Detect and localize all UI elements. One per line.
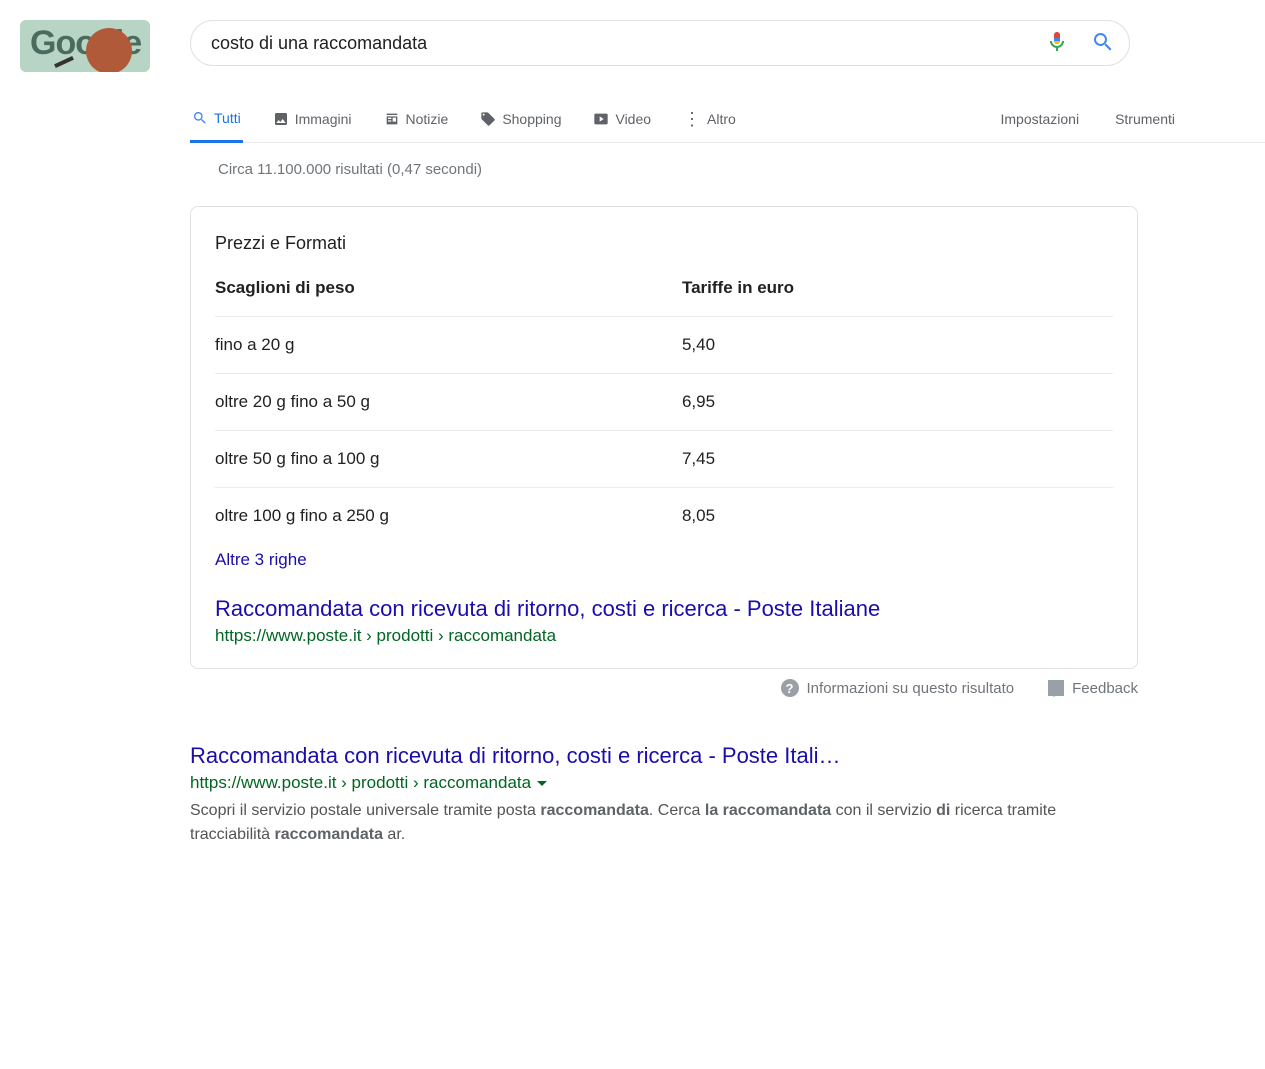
tab-label: Notizie bbox=[406, 111, 449, 127]
video-icon bbox=[593, 111, 609, 127]
organic-result: Raccomandata con ricevuta di ritorno, co… bbox=[190, 743, 1138, 847]
table-row: oltre 100 g fino a 250 g8,05 bbox=[215, 488, 1113, 545]
result-stats: Circa 11.100.000 risultati (0,47 secondi… bbox=[190, 143, 1138, 178]
result-snippet: Scopri il servizio postale universale tr… bbox=[190, 799, 1060, 847]
search-tabs: Tutti Immagini Notizie Shopping Video ⋮ … bbox=[190, 100, 1265, 142]
tab-all[interactable]: Tutti bbox=[190, 100, 243, 143]
doodle-figure bbox=[86, 28, 132, 72]
shopping-icon bbox=[480, 111, 496, 127]
tab-shopping[interactable]: Shopping bbox=[478, 101, 563, 141]
tab-more[interactable]: ⋮ Altro bbox=[681, 101, 738, 141]
google-logo[interactable]: Google bbox=[20, 20, 150, 72]
search-small-icon bbox=[192, 110, 208, 126]
tab-label: Tutti bbox=[214, 110, 241, 126]
featured-result-url: https://www.poste.it › prodotti › raccom… bbox=[215, 626, 1113, 646]
tools-link[interactable]: Strumenti bbox=[1115, 101, 1175, 141]
table-row: oltre 50 g fino a 100 g7,45 bbox=[215, 431, 1113, 488]
voice-search-icon[interactable] bbox=[1045, 30, 1069, 57]
featured-footer: ? Informazioni su questo risultato Feedb… bbox=[190, 679, 1138, 697]
featured-snippet: Prezzi e Formati Scaglioni di peso Tarif… bbox=[190, 206, 1138, 669]
info-icon: ? bbox=[781, 679, 799, 697]
tab-label: Video bbox=[615, 111, 651, 127]
tab-news[interactable]: Notizie bbox=[382, 101, 451, 141]
tab-label: Altro bbox=[707, 111, 736, 127]
news-icon bbox=[384, 111, 400, 127]
settings-link[interactable]: Impostazioni bbox=[1000, 101, 1079, 141]
feedback-label: Feedback bbox=[1072, 680, 1138, 697]
result-url[interactable]: https://www.poste.it › prodotti › raccom… bbox=[190, 773, 1138, 793]
result-title[interactable]: Raccomandata con ricevuta di ritorno, co… bbox=[190, 743, 1090, 769]
search-bar[interactable] bbox=[190, 20, 1130, 66]
more-rows-link[interactable]: Altre 3 righe bbox=[215, 550, 307, 570]
tab-label: Immagini bbox=[295, 111, 352, 127]
tab-images[interactable]: Immagini bbox=[271, 101, 354, 141]
price-table: Scaglioni di peso Tariffe in euro fino a… bbox=[215, 278, 1113, 544]
table-header-1: Scaglioni di peso bbox=[215, 278, 682, 317]
search-icon[interactable] bbox=[1091, 30, 1115, 57]
table-row: fino a 20 g5,40 bbox=[215, 317, 1113, 374]
images-icon bbox=[273, 111, 289, 127]
about-label: Informazioni su questo risultato bbox=[807, 680, 1015, 697]
featured-heading: Prezzi e Formati bbox=[215, 233, 1113, 254]
table-row: oltre 20 g fino a 50 g6,95 bbox=[215, 374, 1113, 431]
tab-label: Shopping bbox=[502, 111, 561, 127]
about-this-result[interactable]: ? Informazioni su questo risultato bbox=[781, 679, 1015, 697]
featured-result-title[interactable]: Raccomandata con ricevuta di ritorno, co… bbox=[215, 596, 1113, 622]
search-input[interactable] bbox=[211, 33, 1079, 54]
table-header-2: Tariffe in euro bbox=[682, 278, 1113, 317]
feedback-link[interactable]: Feedback bbox=[1048, 680, 1138, 697]
tab-video[interactable]: Video bbox=[591, 101, 653, 141]
feedback-icon bbox=[1048, 680, 1064, 696]
chevron-down-icon[interactable] bbox=[537, 781, 547, 791]
